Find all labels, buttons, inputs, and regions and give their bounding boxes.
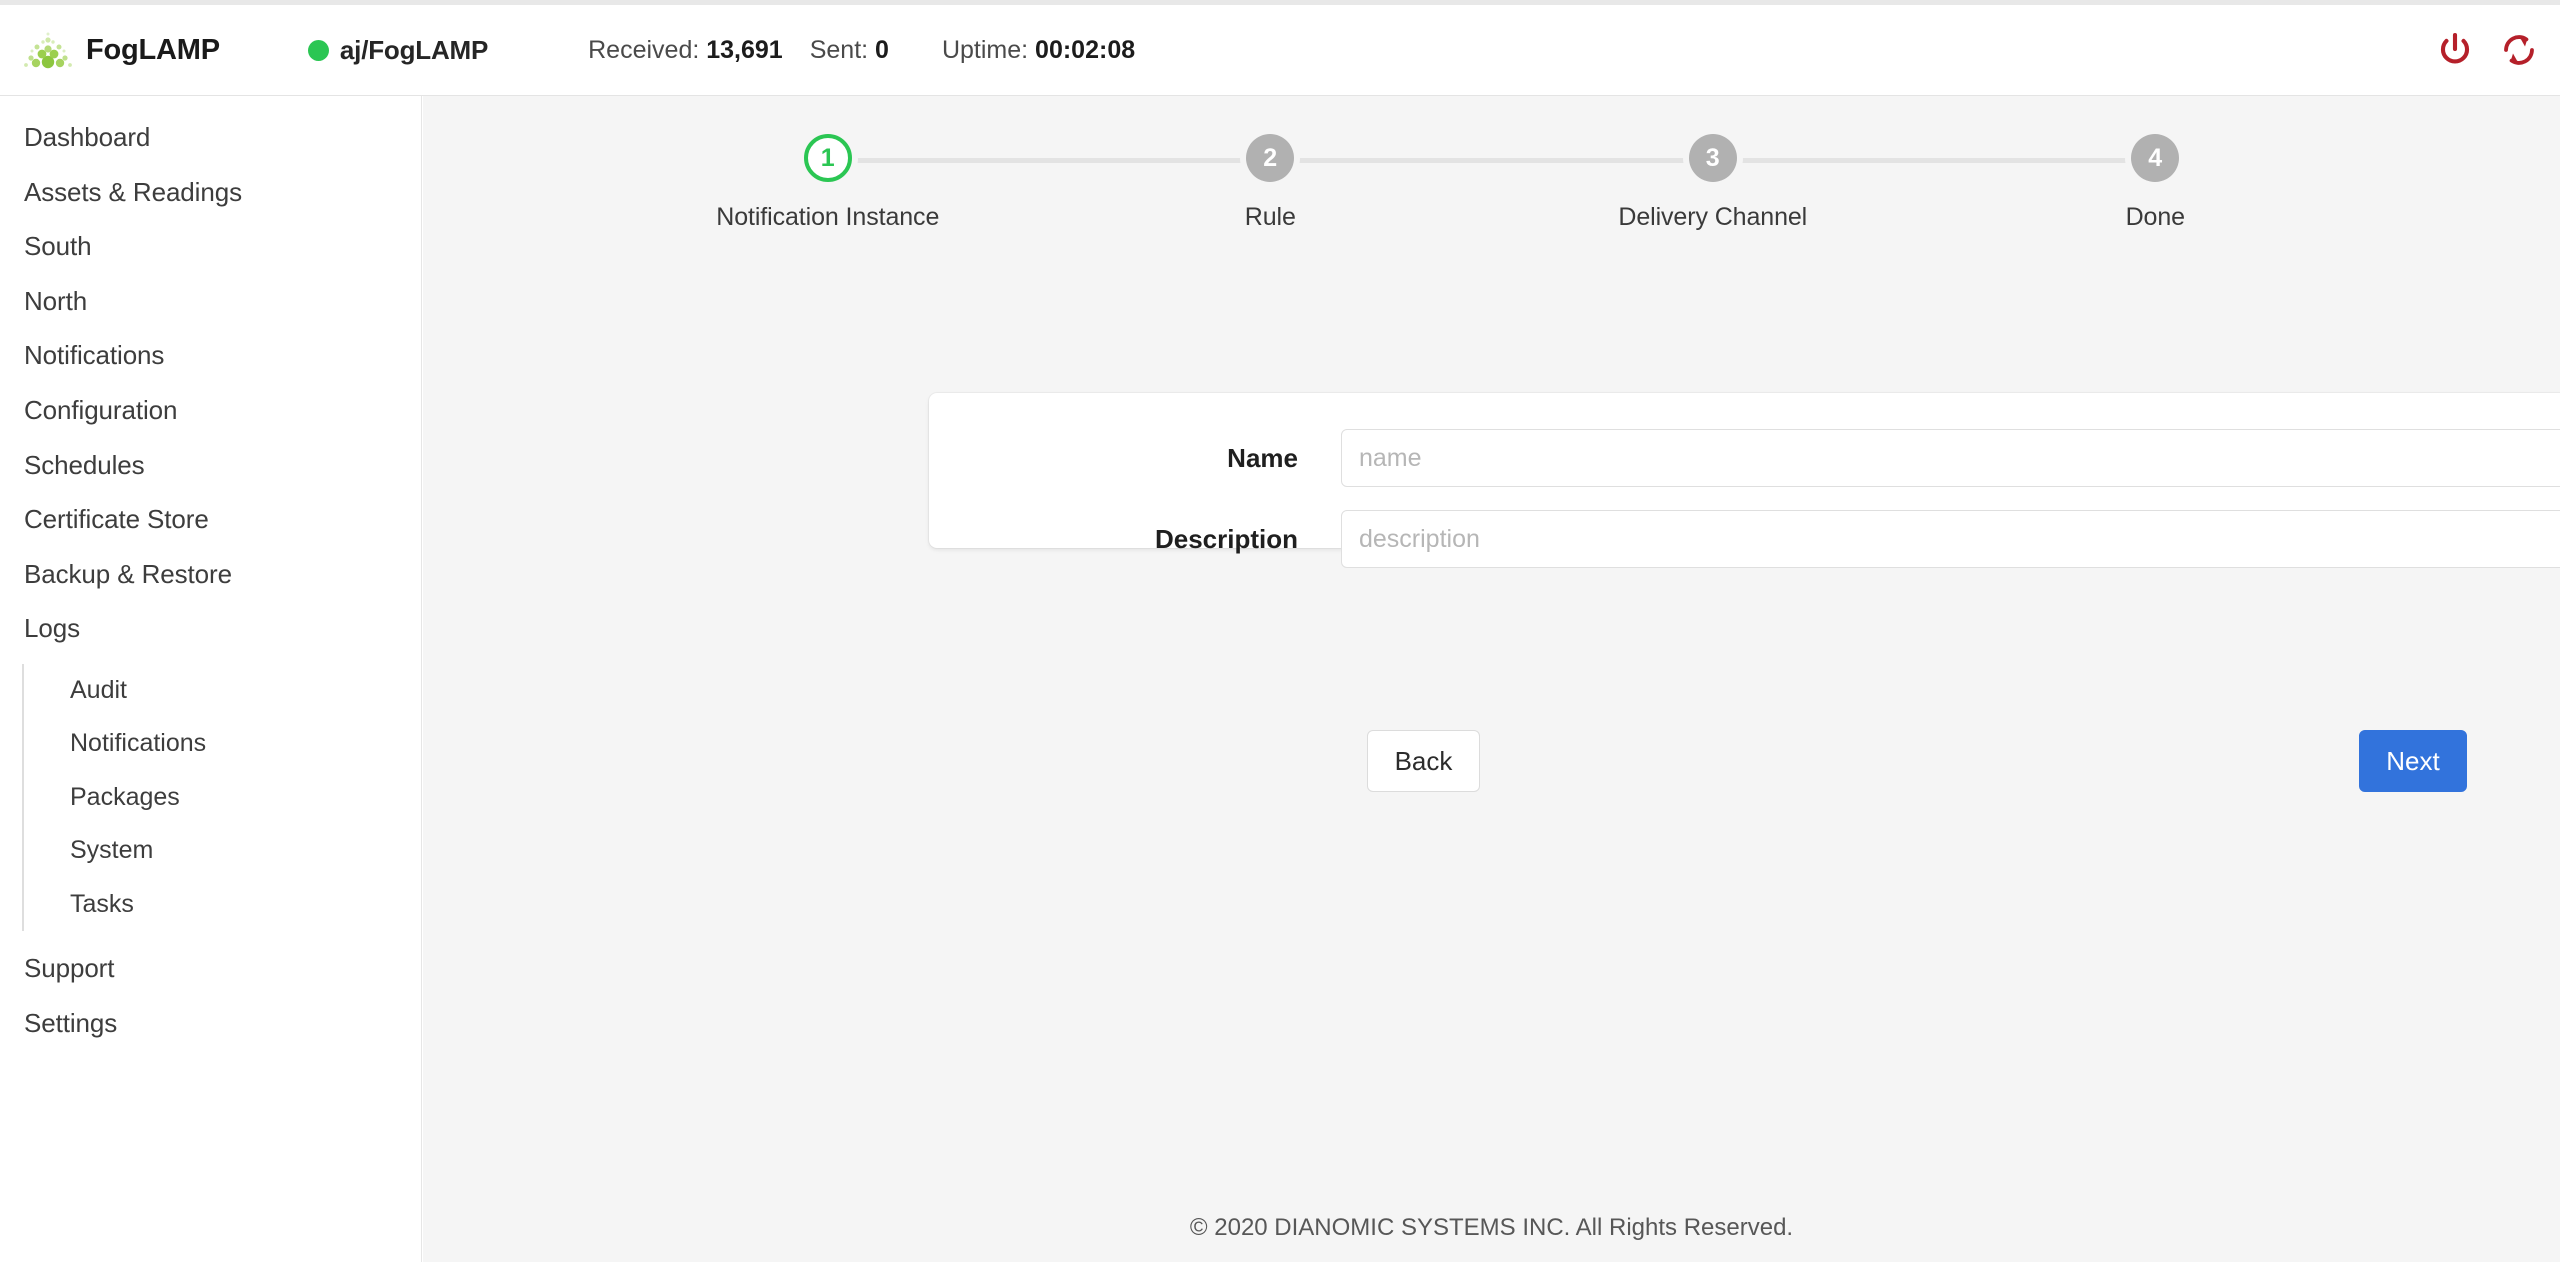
wizard-step-circles: 1 2 3 4 <box>607 134 2377 186</box>
stat-received-value: 13,691 <box>706 35 783 64</box>
wizard-step-2-label: Rule <box>1244 203 1296 231</box>
wizard-step-4-label: Done <box>2125 203 2185 231</box>
stat-sent: Sent: 0 <box>810 36 889 65</box>
sidebar-subitem-notifications[interactable]: Notifications <box>24 717 421 771</box>
sidebar-logs-subnav: Audit Notifications Packages System Task… <box>22 663 421 932</box>
sidebar-item-schedules[interactable]: Schedules <box>0 438 421 493</box>
wizard-step-2-number: 2 <box>1246 134 1295 182</box>
sidebar-subitem-packages[interactable]: Packages <box>24 771 421 825</box>
app-header: FogLAMP aj/FogLAMP Received: 13,691 Sent… <box>0 5 2560 96</box>
stat-uptime-label: Uptime: <box>941 35 1029 64</box>
sidebar-item-logs[interactable]: Logs <box>0 601 421 656</box>
description-input[interactable] <box>1341 510 2560 568</box>
wizard-step-4-number: 4 <box>2131 134 2180 182</box>
stat-received: Received: 13,691 <box>588 36 783 65</box>
page-footer: © 2020 DIANOMIC SYSTEMS INC. All Rights … <box>423 1206 2560 1262</box>
next-button[interactable]: Next <box>2359 730 2467 792</box>
sidebar-item-assets-readings[interactable]: Assets & Readings <box>0 165 421 220</box>
sidebar-item-support[interactable]: Support <box>0 941 421 996</box>
header-actions <box>2436 31 2538 69</box>
step-connector-1-2 <box>827 158 1271 163</box>
sidebar: Dashboard Assets & Readings South North … <box>0 96 422 1262</box>
step-connector-2-3 <box>1270 158 1713 163</box>
description-field-row: Description <box>929 510 2560 568</box>
wizard-step-1-number: 1 <box>803 134 852 182</box>
notification-instance-form-card: Name Description <box>929 393 2560 568</box>
sidebar-item-notifications[interactable]: Notifications <box>0 328 421 383</box>
wizard-step-3-label: Delivery Channel <box>1618 203 1808 231</box>
wizard-step-3-number: 3 <box>1688 134 1737 182</box>
stat-received-label: Received: <box>588 35 700 64</box>
status-dot-icon <box>307 39 329 61</box>
sidebar-item-settings[interactable]: Settings <box>0 996 421 1051</box>
sidebar-item-dashboard[interactable]: Dashboard <box>0 110 421 165</box>
refresh-sync-icon[interactable] <box>2500 31 2538 69</box>
description-label: Description <box>1154 523 1298 554</box>
wizard-step-1-label: Notification Instance <box>716 203 940 231</box>
sidebar-item-certificate-store[interactable]: Certificate Store <box>0 492 421 547</box>
back-button[interactable]: Back <box>1367 730 1480 792</box>
step-connector-3-4 <box>1712 158 2156 163</box>
name-label: Name <box>1227 442 1298 473</box>
instance-status: aj/FogLAMP <box>307 34 489 66</box>
brand-block[interactable]: FogLAMP <box>22 31 220 69</box>
main-content: 1 2 3 4 Notification Instance Rule Deliv… <box>423 96 2560 1262</box>
stat-uptime-value: 00:02:08 <box>1035 35 1136 64</box>
sidebar-subitem-tasks[interactable]: Tasks <box>24 878 421 932</box>
sidebar-item-configuration[interactable]: Configuration <box>0 383 421 438</box>
sidebar-subitem-system[interactable]: System <box>24 824 421 878</box>
sidebar-subitem-audit[interactable]: Audit <box>24 664 421 718</box>
brand-name: FogLAMP <box>86 33 220 66</box>
sidebar-item-north[interactable]: North <box>0 274 421 329</box>
sidebar-item-south[interactable]: South <box>0 219 421 274</box>
stat-sent-value: 0 <box>875 35 889 64</box>
wizard-stepper: 1 2 3 4 Notification Instance Rule Deliv… <box>607 96 2377 232</box>
name-input[interactable] <box>1341 429 2560 487</box>
copyright-text: © 2020 DIANOMIC SYSTEMS INC. All Rights … <box>1189 1214 1794 1241</box>
wizard-step-labels: Notification Instance Rule Delivery Chan… <box>607 203 2377 232</box>
name-field-row: Name <box>929 429 2560 487</box>
stat-sent-label: Sent: <box>809 35 869 64</box>
power-icon[interactable] <box>2436 31 2474 69</box>
sidebar-item-backup-restore[interactable]: Backup & Restore <box>0 547 421 602</box>
instance-name: aj/FogLAMP <box>339 34 489 65</box>
fog-dots-logo-icon <box>22 31 74 69</box>
wizard-actions: Back Next <box>929 730 2560 792</box>
stat-uptime: Uptime: 00:02:08 <box>942 36 1135 65</box>
